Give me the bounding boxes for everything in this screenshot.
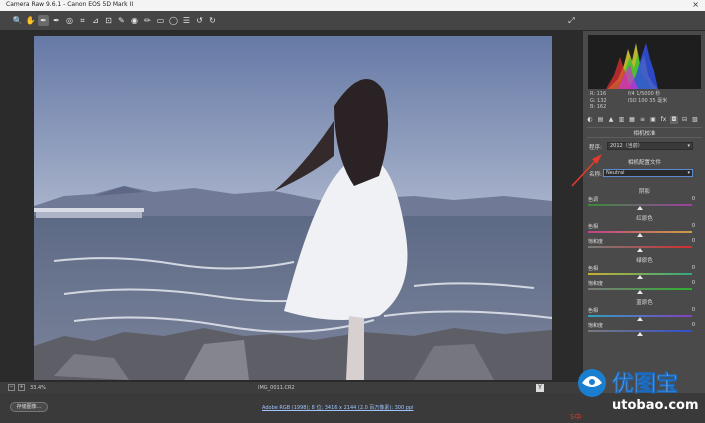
- detail-tab-icon[interactable]: ▲: [607, 116, 615, 124]
- profile-name-value: Neutral: [606, 170, 625, 176]
- divider: [587, 127, 702, 128]
- slider-thumb[interactable]: [637, 290, 643, 294]
- slider-group-title: 阴影: [638, 189, 650, 195]
- slider-label: 色调: [588, 197, 599, 203]
- slider-value[interactable]: 0: [692, 322, 695, 328]
- panel-section-title: 相机校准: [633, 131, 656, 137]
- transform-icon[interactable]: ⊡: [103, 15, 114, 26]
- before-after-button[interactable]: Y: [536, 384, 544, 392]
- slider-thumb[interactable]: [637, 332, 643, 336]
- histogram-readout: R: 116 G: 132 B: 162 f/4 1/5000 秒 ISO 10…: [588, 91, 701, 111]
- effects-tab-icon[interactable]: ▣: [649, 116, 657, 124]
- histogram-graph: [606, 43, 658, 89]
- slider-group-title: 蓝原色: [636, 300, 653, 306]
- toolbar: ⤢ 🔍 ✋ ✒ ✒ ◎ ⌗ ⊿ ⊡ ✎ ◉ ✏ ▭ ◯ ☰ ↺ ↻: [0, 11, 705, 31]
- zoom-out-button[interactable]: −: [8, 384, 15, 391]
- fullscreen-icon[interactable]: ⤢: [566, 15, 577, 26]
- preferences-icon[interactable]: ☰: [181, 15, 192, 26]
- slider-label: 饱和度: [588, 323, 604, 329]
- radial-filter-icon[interactable]: ◯: [168, 15, 179, 26]
- presets-tab-icon[interactable]: ⊟: [681, 116, 689, 124]
- slider-value[interactable]: 0: [692, 280, 695, 286]
- crop-icon[interactable]: ⌗: [77, 15, 88, 26]
- graduated-filter-icon[interactable]: ▭: [155, 15, 166, 26]
- chevron-down-icon: ▾: [687, 143, 690, 149]
- slider-group-title: 绿原色: [636, 258, 653, 264]
- slider-label: 色相: [588, 224, 599, 230]
- panel-tabs: ◐ ▤ ▲ ▥ ▦ ≡ ▣ fx ◘ ⊟ ▧: [586, 116, 703, 125]
- zoom-level[interactable]: 33.4%: [30, 385, 46, 391]
- white-balance-icon[interactable]: ✒: [38, 15, 49, 26]
- rotate-cw-icon[interactable]: ↻: [207, 15, 218, 26]
- watermark: 优图宝 utobao.com S中: [568, 361, 705, 423]
- right-panel: R: 116 G: 132 B: 162 f/4 1/5000 秒 ISO 10…: [582, 31, 705, 393]
- adjustment-brush-icon[interactable]: ✏: [142, 15, 153, 26]
- zoom-in-button[interactable]: +: [18, 384, 25, 391]
- photo-illustration: [34, 36, 552, 380]
- spot-removal-icon[interactable]: ✎: [116, 15, 127, 26]
- slider-thumb[interactable]: [637, 233, 643, 237]
- status-bar: − + 33.4% IMG_0011.CR2 Y: [0, 381, 582, 393]
- lens-tab-icon[interactable]: ≡: [639, 116, 647, 124]
- slider-value[interactable]: 0: [692, 238, 695, 244]
- chevron-down-icon: ▾: [687, 170, 690, 176]
- straighten-icon[interactable]: ⊿: [90, 15, 101, 26]
- window-titlebar: Camera Raw 9.6.1 - Canon EOS 5D Mark II …: [0, 0, 705, 11]
- image-canvas[interactable]: [0, 31, 582, 381]
- watermark-small: S中: [570, 412, 581, 421]
- process-value: 2012（当前）: [610, 143, 643, 149]
- color-sampler-icon[interactable]: ✒: [51, 15, 62, 26]
- process-select[interactable]: 2012（当前） ▾: [607, 142, 693, 150]
- red-eye-icon[interactable]: ◉: [129, 15, 140, 26]
- close-icon[interactable]: ×: [692, 0, 699, 9]
- slider-thumb[interactable]: [637, 248, 643, 252]
- basic-tab-icon[interactable]: ◐: [586, 116, 594, 124]
- camera-profile-title: 相机配置文件: [627, 160, 661, 166]
- watermark-brand: 优图宝: [612, 371, 678, 397]
- slider-label: 色相: [588, 266, 599, 272]
- snapshots-tab-icon[interactable]: ▧: [691, 116, 699, 124]
- slider-label: 饱和度: [588, 281, 604, 287]
- slider-value[interactable]: 0: [692, 265, 695, 271]
- slider-thumb[interactable]: [637, 275, 643, 279]
- slider-label: 色相: [588, 308, 599, 314]
- file-name: IMG_0011.CR2: [258, 385, 295, 391]
- fx-tab-icon[interactable]: fx: [660, 116, 668, 124]
- readout-b: B: 162: [590, 104, 607, 110]
- readout-r: R: 116: [590, 91, 607, 97]
- save-image-button[interactable]: 存储图像...: [10, 402, 48, 412]
- hsl-tab-icon[interactable]: ▥: [618, 116, 626, 124]
- watermark-logo: 优图宝 utobao.com S中: [570, 369, 699, 421]
- slider-thumb[interactable]: [637, 206, 643, 210]
- zoom-icon[interactable]: 🔍: [12, 15, 23, 26]
- readout-iso: ISO 100 35 毫米: [628, 97, 668, 104]
- profile-name-select[interactable]: Neutral ▾: [603, 169, 693, 177]
- watermark-url: utobao.com: [612, 398, 699, 413]
- hand-icon[interactable]: ✋: [25, 15, 36, 26]
- process-label: 程序:: [589, 145, 602, 151]
- name-label: 名称:: [589, 172, 602, 178]
- workflow-options-link[interactable]: Adobe RGB (1998); 8 位; 3416 x 2144 (2.0 …: [262, 404, 413, 411]
- window-title: Camera Raw 9.6.1 - Canon EOS 5D Mark II: [6, 1, 134, 8]
- photo-preview: [34, 36, 552, 380]
- slider-value[interactable]: 0: [692, 196, 695, 202]
- histogram: [588, 35, 701, 89]
- slider-group-title: 红原色: [636, 216, 653, 222]
- split-toning-tab-icon[interactable]: ▦: [628, 116, 636, 124]
- divider: [587, 137, 702, 138]
- slider-value[interactable]: 0: [692, 307, 695, 313]
- slider-thumb[interactable]: [637, 317, 643, 321]
- camera-calibration-tab-icon[interactable]: ◘: [670, 116, 678, 124]
- slider-value[interactable]: 0: [692, 223, 695, 229]
- tone-curve-tab-icon[interactable]: ▤: [597, 116, 605, 124]
- slider-label: 饱和度: [588, 239, 604, 245]
- rotate-ccw-icon[interactable]: ↺: [194, 15, 205, 26]
- targeted-adjustment-icon[interactable]: ◎: [64, 15, 75, 26]
